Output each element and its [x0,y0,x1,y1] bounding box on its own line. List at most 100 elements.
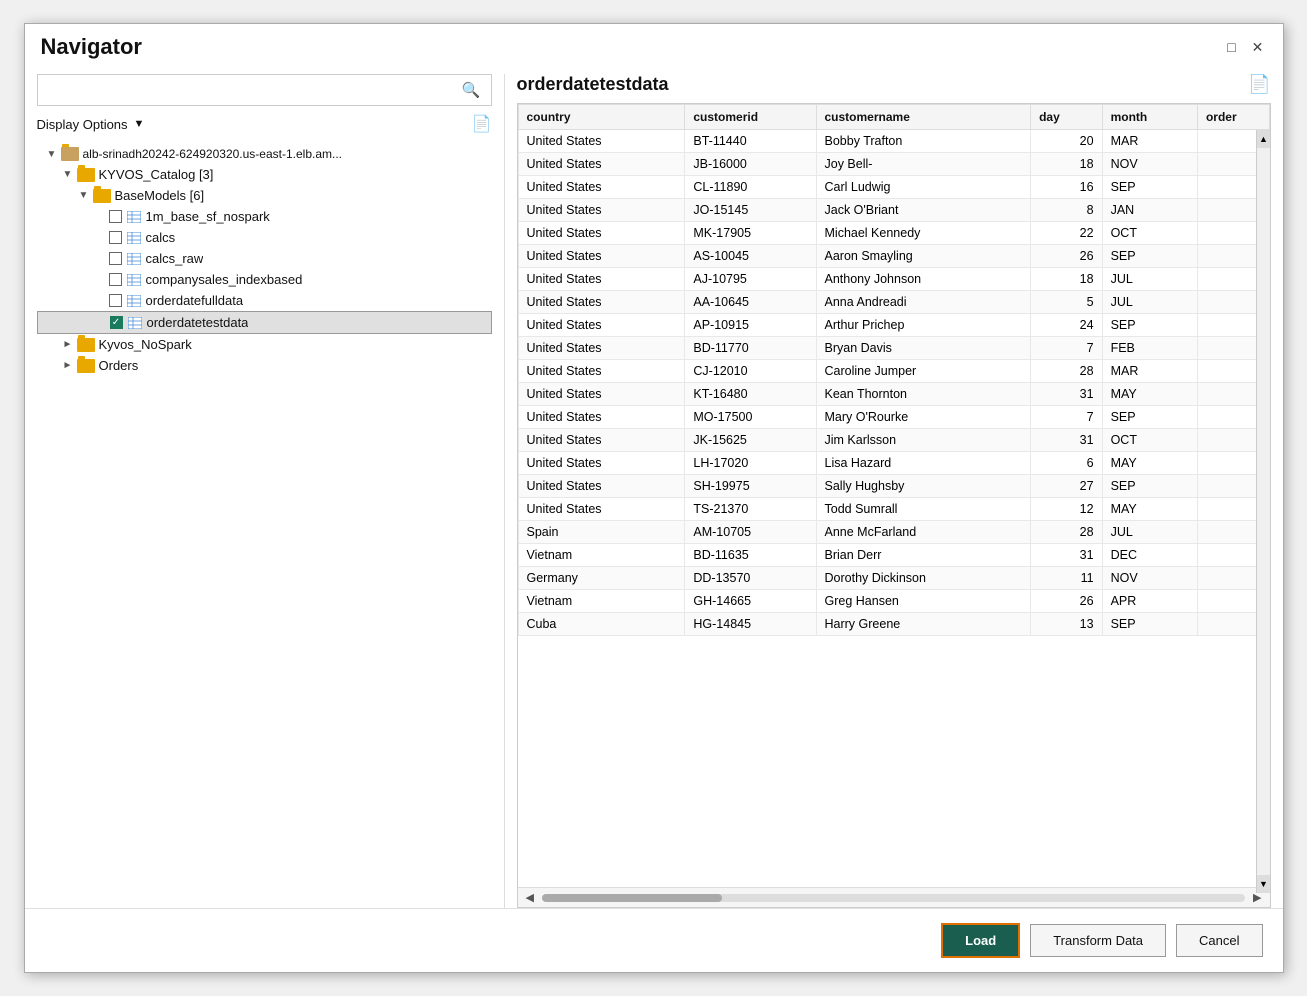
search-button[interactable]: 🔍 [452,75,491,105]
maximize-button[interactable]: □ [1223,38,1241,56]
cell-month: APR [1102,590,1197,613]
load-button[interactable]: Load [941,923,1020,958]
calcs-table-icon [126,231,142,245]
cell-customerid: SH-19975 [685,475,816,498]
kyvos-catalog-toggle-icon: ▼ [61,168,75,182]
cell-month: MAR [1102,360,1197,383]
cell-country: Germany [518,567,685,590]
tree-container: ▼ alb-srinadh20242-624920320.us-east-1.e… [37,144,492,908]
display-options-button[interactable]: Display Options ▼ 📄 [37,114,492,134]
cell-customername: Bryan Davis [816,337,1031,360]
col-month: month [1102,105,1197,130]
cell-customername: Aaron Smayling [816,245,1031,268]
table-scroll-wrapper[interactable]: country customerid customername day mont… [518,104,1270,887]
orderdatetestdata-label: orderdatetestdata [147,315,249,330]
close-button[interactable]: ✕ [1249,38,1267,56]
display-options-chevron-icon: ▼ [134,118,145,130]
cell-customername: Brian Derr [816,544,1031,567]
cell-customerid: BD-11770 [685,337,816,360]
cell-day: 22 [1031,222,1103,245]
cancel-button[interactable]: Cancel [1176,924,1262,957]
cell-month: MAY [1102,383,1197,406]
cell-month: NOV [1102,153,1197,176]
cell-country: United States [518,153,685,176]
cell-country: Cuba [518,613,685,636]
cell-country: United States [518,498,685,521]
kyvos-nospark-folder-icon [77,338,95,352]
orders-toggle-icon: ► [61,359,75,373]
basemodels-toggle-icon: ▼ [77,189,91,203]
calcs-raw-table-icon [126,252,142,266]
tree-item-kyvos-catalog[interactable]: ▼ KYVOS_Catalog [3] [37,164,492,185]
tree-item-companysales[interactable]: ▼ companysales_indexbased [37,269,492,290]
cell-month: JAN [1102,199,1197,222]
vertical-scrollbar[interactable]: ▲ ▼ [1256,130,1270,893]
basemodels-label: BaseModels [6] [115,188,205,203]
calcs-raw-label: calcs_raw [146,251,204,266]
cell-customername: Lisa Hazard [816,452,1031,475]
orderdatefulldata-checkbox[interactable] [109,294,122,307]
table-header-row: country customerid customername day mont… [518,105,1269,130]
cell-country: United States [518,130,685,153]
scroll-up-button[interactable]: ▲ [1257,130,1271,148]
companysales-table-icon [126,273,142,287]
col-country: country [518,105,685,130]
scroll-track [542,894,1245,902]
cell-month: MAY [1102,498,1197,521]
table-row: United StatesBT-11440Bobby Trafton20MAR [518,130,1269,153]
cell-customerid: DD-13570 [685,567,816,590]
cell-customername: Greg Hansen [816,590,1031,613]
calcs-label: calcs [146,230,176,245]
search-input[interactable] [38,77,452,104]
cell-customerid: HG-14845 [685,613,816,636]
server-toggle-icon: ▼ [45,147,59,161]
orders-folder-icon [77,359,95,373]
kyvos-nospark-toggle-icon: ► [61,338,75,352]
cell-customerid: JB-16000 [685,153,816,176]
horizontal-scrollbar[interactable]: ◀ ▶ [518,887,1270,907]
companysales-checkbox[interactable] [109,273,122,286]
cell-customername: Arthur Prichep [816,314,1031,337]
cell-month: SEP [1102,613,1197,636]
cell-country: United States [518,176,685,199]
table-row: United StatesJK-15625Jim Karlsson31OCT [518,429,1269,452]
cell-day: 6 [1031,452,1103,475]
1m-base-table-icon [126,210,142,224]
cell-customerid: JK-15625 [685,429,816,452]
tree-item-kyvos-nospark[interactable]: ► Kyvos_NoSpark [37,334,492,355]
orderdatetestdata-checkbox[interactable]: ✓ [110,316,123,329]
scroll-down-button[interactable]: ▼ [1257,875,1271,893]
table-row: United StatesTS-21370Todd Sumrall12MAY [518,498,1269,521]
calcs-checkbox[interactable] [109,231,122,244]
cell-customerid: BT-11440 [685,130,816,153]
tree-item-1m-base[interactable]: ▼ 1m_base_sf_nospark [37,206,492,227]
cell-country: United States [518,222,685,245]
cell-customerid: BD-11635 [685,544,816,567]
cell-month: SEP [1102,314,1197,337]
cell-customerid: AM-10705 [685,521,816,544]
tree-item-calcs-raw[interactable]: ▼ calcs_raw [37,248,492,269]
tree-item-orders[interactable]: ► Orders [37,355,492,376]
tree-item-orderdatetestdata[interactable]: ▼ ✓ orderdatetestdata [37,311,492,334]
tree-item-basemodels[interactable]: ▼ BaseModels [6] [37,185,492,206]
table-row: United StatesLH-17020Lisa Hazard6MAY [518,452,1269,475]
refresh-icon[interactable]: 📄 [1248,74,1270,95]
transform-data-button[interactable]: Transform Data [1030,924,1166,957]
title-bar: Navigator □ ✕ [25,24,1283,66]
orderdatetestdata-table-icon [127,316,143,330]
col-order: order [1197,105,1269,130]
calcs-raw-checkbox[interactable] [109,252,122,265]
tree-item-calcs[interactable]: ▼ calcs [37,227,492,248]
tree-item-server[interactable]: ▼ alb-srinadh20242-624920320.us-east-1.e… [37,144,492,164]
data-table-container: country customerid customername day mont… [517,103,1271,908]
cell-month: SEP [1102,406,1197,429]
cell-customername: Mary O'Rourke [816,406,1031,429]
cell-country: United States [518,360,685,383]
1m-base-checkbox[interactable] [109,210,122,223]
cell-customername: Carl Ludwig [816,176,1031,199]
server-folder-icon [61,147,79,161]
scroll-left-button[interactable]: ◀ [522,890,538,905]
tree-item-orderdatefulldata[interactable]: ▼ orderdatefulldata [37,290,492,311]
table-row: United StatesAJ-10795Anthony Johnson18JU… [518,268,1269,291]
cell-day: 18 [1031,268,1103,291]
